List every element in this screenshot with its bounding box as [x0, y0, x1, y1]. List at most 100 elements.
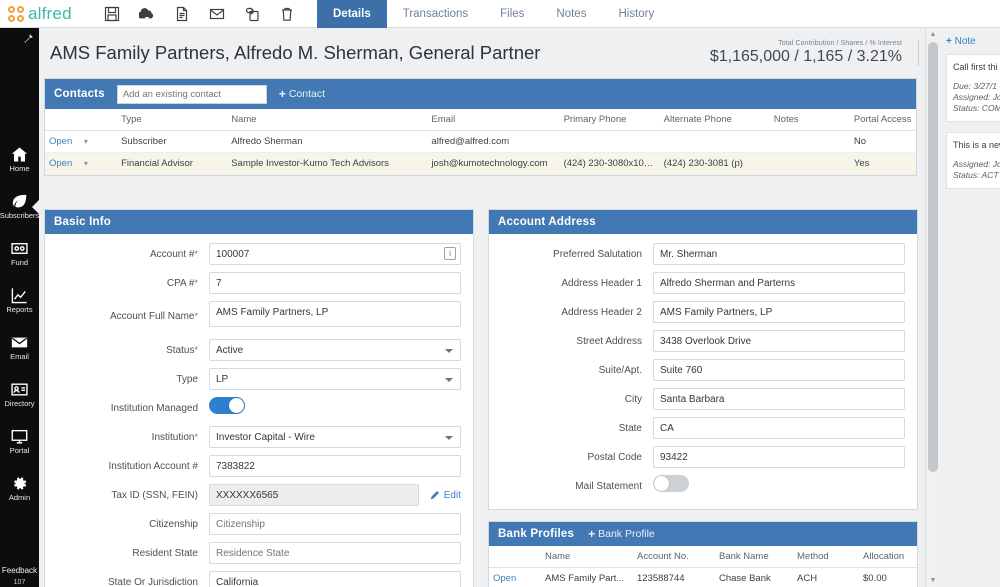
control-institution-account-number — [209, 455, 461, 477]
city-input[interactable] — [653, 388, 905, 410]
chevron-down-icon[interactable]: ▾ — [84, 159, 88, 168]
preferred-salutation-input[interactable] — [653, 243, 905, 265]
bank-cell-bank-name: Chase Bank — [715, 567, 793, 587]
tab-transactions[interactable]: Transactions — [387, 0, 484, 28]
citizenship-input[interactable] — [209, 513, 461, 535]
account-number-input[interactable] — [209, 243, 461, 265]
field-institution-account-number: Institution Account # — [57, 455, 461, 477]
scroll-up-arrow[interactable]: ▲ — [926, 28, 940, 41]
account-address-form: Preferred Salutation Address Header 1 Ad… — [489, 234, 917, 509]
scroll-down-arrow[interactable]: ▼ — [926, 574, 940, 587]
mail-statement-toggle[interactable] — [653, 475, 689, 492]
header-metric: Total Contribution / Shares / % Interest… — [710, 40, 919, 66]
info-icon[interactable]: i — [444, 247, 456, 260]
add-contact-input[interactable] — [116, 84, 267, 104]
open-link[interactable]: Open — [49, 136, 72, 147]
cloud-upload-icon[interactable] — [139, 6, 155, 22]
street-address-input[interactable] — [653, 330, 905, 352]
main-vertical-scrollbar[interactable]: ▲ ▼ — [925, 28, 939, 587]
account-full-name-textarea[interactable] — [209, 301, 461, 327]
sidebar-item-fund[interactable]: Fund — [0, 230, 39, 277]
sidebar-item-email[interactable]: Email — [0, 324, 39, 371]
pin-icon[interactable] — [22, 33, 34, 45]
address-header-1-input[interactable] — [653, 272, 905, 294]
tab-bar: Details Transactions Files Notes History — [317, 0, 670, 28]
tab-files[interactable]: Files — [484, 0, 540, 28]
basic-info-panel-header: Basic Info — [45, 210, 473, 234]
sidebar-item-portal[interactable]: Portal — [0, 418, 39, 465]
table-row[interactable]: Open ▾ Financial Advisor Sample Investor… — [45, 152, 916, 175]
open-link[interactable]: Open — [49, 158, 72, 169]
add-contact-button[interactable]: + Contact — [279, 87, 325, 101]
status-select[interactable] — [209, 339, 461, 361]
add-note-button[interactable]: + Note — [946, 36, 976, 47]
chart-icon — [11, 287, 28, 304]
postal-code-input[interactable] — [653, 446, 905, 468]
field-institution-managed: Institution Managed — [57, 397, 461, 419]
sidebar-item-reports[interactable]: Reports — [0, 277, 39, 324]
document-icon[interactable] — [174, 6, 190, 22]
sidebar-nav: Home Subscribers Fund Reports Email Dire… — [0, 136, 39, 512]
contacts-cell-email[interactable]: josh@kumotechnology.com — [427, 152, 560, 175]
sidebar-label-reports: Reports — [6, 305, 33, 314]
sidebar-item-admin[interactable]: Admin — [0, 465, 39, 512]
field-mail-statement: Mail Statement — [501, 475, 905, 497]
trash-icon[interactable] — [279, 6, 295, 22]
sidebar-item-home[interactable]: Home — [0, 136, 39, 183]
pencil-icon — [430, 490, 439, 499]
contacts-col-name: Name — [227, 109, 428, 131]
note-card[interactable]: This is a new Assigned: Jo Status: ACT — [946, 132, 1000, 189]
tab-history[interactable]: History — [602, 0, 670, 28]
note-card[interactable]: Call first thi Due: 3/27/1 Assigned: Jo … — [946, 54, 1000, 122]
tab-notes[interactable]: Notes — [540, 0, 602, 28]
state-or-jurisdiction-input[interactable] — [209, 571, 461, 587]
resident-state-input[interactable] — [209, 542, 461, 564]
copy-icon[interactable] — [244, 6, 260, 22]
bank-profiles-body: Name Account No. Bank Name Method Alloca… — [489, 546, 917, 587]
toolbar-icon-group — [104, 6, 295, 22]
home-icon — [11, 146, 28, 163]
scrollbar-thumb[interactable] — [928, 42, 938, 472]
open-link[interactable]: Open — [493, 573, 516, 584]
envelope-icon[interactable] — [209, 6, 225, 22]
institution-select[interactable] — [209, 426, 461, 448]
label-resident-state: Resident State — [132, 547, 198, 559]
bank-cell-actions: Open — [489, 567, 541, 587]
plus-icon: + — [946, 35, 952, 47]
control-state-or-jurisdiction — [209, 571, 461, 587]
table-row[interactable]: Open ▾ Subscriber Alfredo Sherman alfred… — [45, 130, 916, 153]
cpa-number-input[interactable] — [209, 272, 461, 294]
suite-apt-input[interactable] — [653, 359, 905, 381]
table-row[interactable]: Open AMS Family Part... 123588744 Chase … — [489, 567, 917, 587]
label-institution-account-number: Institution Account # — [108, 460, 198, 472]
save-icon[interactable] — [104, 6, 120, 22]
field-account-number: Account #* i — [57, 243, 461, 265]
contacts-col-portal-access: Portal Access — [849, 109, 916, 131]
chevron-down-icon[interactable]: ▾ — [84, 137, 88, 146]
add-bank-profile-button[interactable]: + Bank Profile — [588, 527, 655, 541]
sidebar-item-directory[interactable]: Directory — [0, 371, 39, 418]
sidebar-label-home: Home — [9, 164, 30, 173]
institution-account-number-input[interactable] — [209, 455, 461, 477]
feedback-link[interactable]: Feedback — [0, 566, 39, 575]
add-contact-label: Contact — [288, 88, 326, 100]
type-select[interactable] — [209, 368, 461, 390]
institution-managed-toggle[interactable] — [209, 397, 245, 414]
address-header-2-input[interactable] — [653, 301, 905, 323]
state-input[interactable] — [653, 417, 905, 439]
field-resident-state: Resident State — [57, 542, 461, 564]
sidebar-item-subscribers[interactable]: Subscribers — [0, 183, 39, 230]
bank-col-method: Method — [793, 546, 859, 568]
control-cpa-number — [209, 272, 461, 294]
bank-cell-account-no: 123588744 — [633, 567, 715, 587]
account-address-panel-header: Account Address — [489, 210, 917, 234]
contacts-cell-actions: Open ▾ — [45, 130, 118, 153]
tab-details[interactable]: Details — [317, 0, 387, 28]
contacts-cell-email[interactable]: alfred@alfred.com — [427, 130, 560, 153]
edit-tax-id-button[interactable]: Edit — [429, 490, 461, 501]
label-suite-apt: Suite/Apt. — [598, 364, 642, 376]
contacts-col-alternate-phone: Alternate Phone — [659, 109, 770, 131]
contacts-cell-alternate-phone: (424) 230-3081 (p) — [659, 152, 770, 175]
label-status: Status* — [166, 344, 198, 356]
plus-icon: + — [278, 87, 286, 101]
